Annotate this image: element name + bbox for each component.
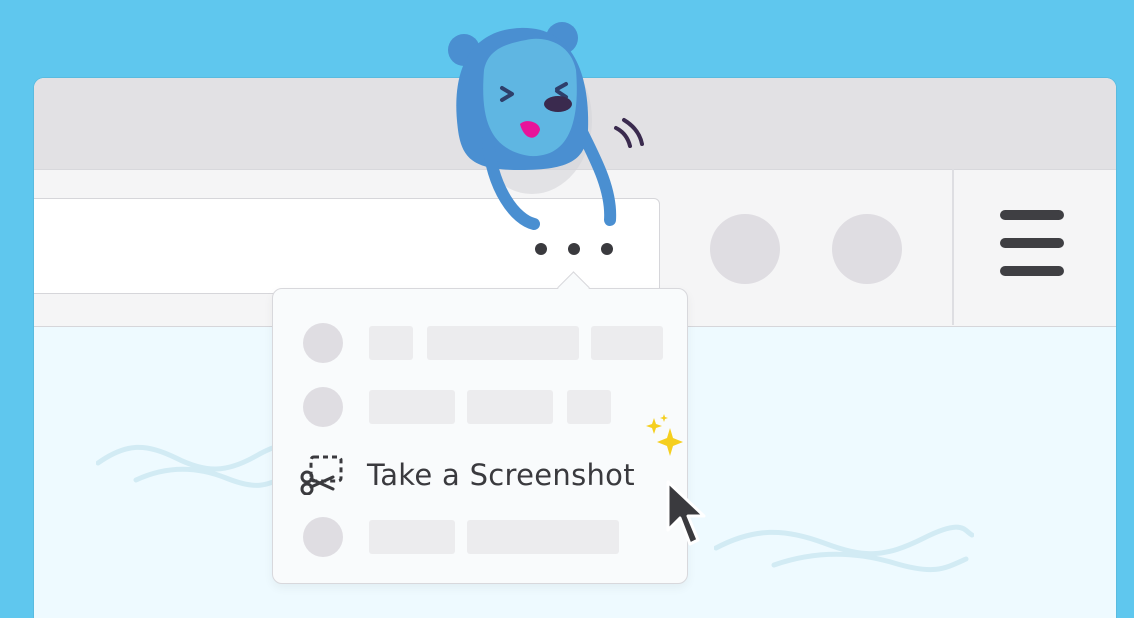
toolbar-button[interactable] (832, 214, 902, 284)
sparkle-icon (646, 414, 683, 456)
wave-decoration (96, 443, 296, 488)
bear-mascot-illustration (448, 22, 644, 230)
dot-icon (568, 243, 580, 255)
placeholder-text (591, 326, 663, 360)
toolbar-divider (952, 169, 954, 325)
page-actions-popup: Take a Screenshot (272, 288, 688, 584)
placeholder-text (567, 390, 611, 424)
menu-item-icon (303, 387, 343, 427)
hamburger-line (1000, 210, 1064, 220)
menu-item[interactable] (273, 505, 687, 565)
mouse-pointer-icon (666, 480, 706, 546)
take-screenshot-label: Take a Screenshot (367, 458, 635, 492)
wave-decoration (714, 524, 974, 573)
page-actions-button[interactable] (535, 237, 613, 261)
scissors-screenshot-icon (300, 455, 343, 495)
hamburger-line (1000, 238, 1064, 248)
placeholder-text (427, 326, 579, 360)
toolbar-button[interactable] (710, 214, 780, 284)
menu-item-icon (303, 517, 343, 557)
placeholder-text (369, 520, 455, 554)
menu-item[interactable] (273, 375, 687, 435)
hamburger-line (1000, 266, 1064, 276)
hamburger-menu-button[interactable] (1000, 210, 1066, 280)
dot-icon (535, 243, 547, 255)
menu-item-icon (303, 323, 343, 363)
menu-item[interactable] (273, 311, 687, 371)
placeholder-text (467, 390, 553, 424)
placeholder-text (369, 390, 455, 424)
placeholder-text (467, 520, 619, 554)
placeholder-text (369, 326, 413, 360)
dot-icon (601, 243, 613, 255)
take-screenshot-menu-item[interactable]: Take a Screenshot (273, 441, 687, 501)
